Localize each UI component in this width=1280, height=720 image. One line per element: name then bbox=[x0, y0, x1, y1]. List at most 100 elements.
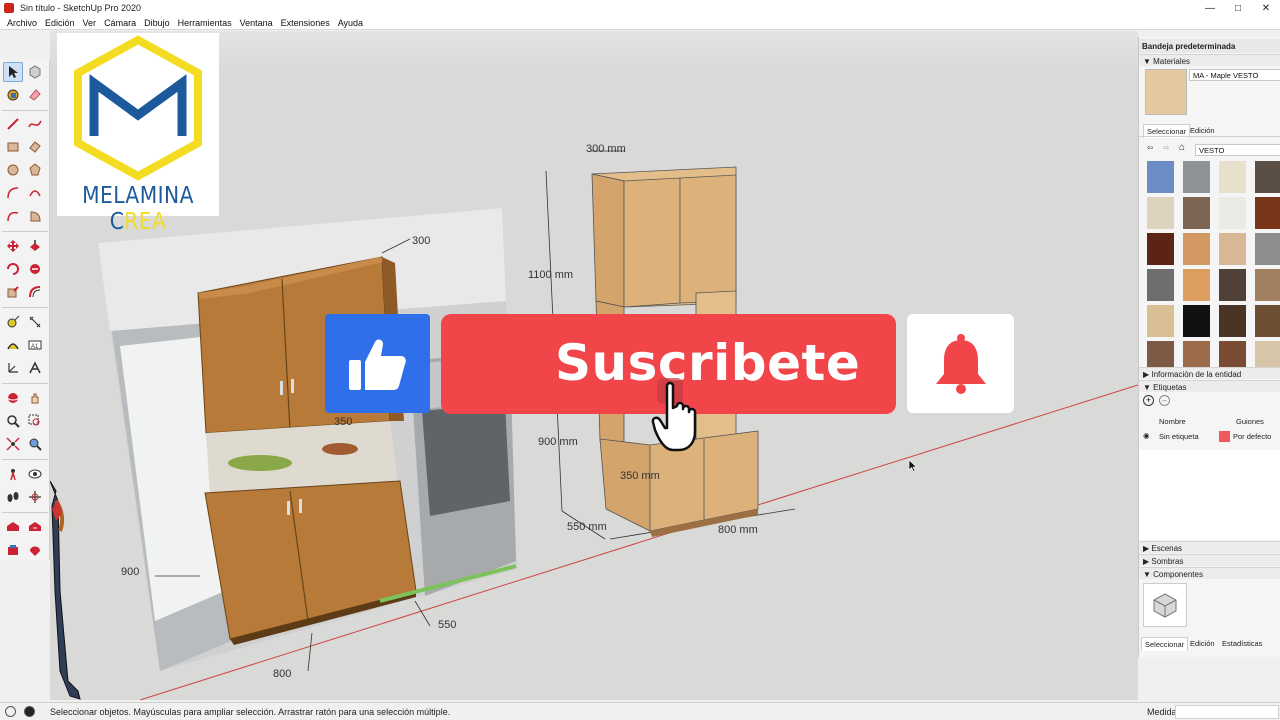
3d-warehouse-icon[interactable] bbox=[3, 517, 23, 537]
zoom-extents-icon[interactable] bbox=[3, 434, 23, 454]
menu-camara[interactable]: Cámara bbox=[100, 18, 140, 28]
instructor-icon[interactable] bbox=[24, 706, 35, 717]
like-button[interactable] bbox=[325, 314, 430, 413]
add-tag-icon[interactable]: + bbox=[1143, 395, 1154, 406]
rotate-tool-icon[interactable] bbox=[3, 259, 23, 279]
material-swatch[interactable] bbox=[1147, 197, 1174, 229]
maximize-icon[interactable]: □ bbox=[1224, 0, 1252, 16]
position-camera-icon[interactable] bbox=[3, 464, 23, 484]
scale-figure bbox=[50, 480, 81, 700]
pan-tool-icon[interactable] bbox=[25, 388, 45, 408]
follow-me-icon[interactable] bbox=[25, 259, 45, 279]
material-swatch[interactable] bbox=[1255, 233, 1280, 265]
extension-manager-icon[interactable] bbox=[25, 540, 45, 560]
measures-input[interactable] bbox=[1175, 705, 1279, 719]
menu-archivo[interactable]: Archivo bbox=[3, 18, 41, 28]
material-swatch[interactable] bbox=[1255, 197, 1280, 229]
extension-warehouse-icon[interactable] bbox=[3, 540, 23, 560]
collection-field[interactable]: VESTO bbox=[1195, 144, 1280, 156]
two-point-arc-icon[interactable] bbox=[25, 183, 45, 203]
circle-tool-icon[interactable] bbox=[3, 160, 23, 180]
components-tab-select[interactable]: Seleccionar bbox=[1141, 637, 1189, 651]
orbit-tool-icon[interactable] bbox=[3, 388, 23, 408]
pie-tool-icon[interactable] bbox=[25, 206, 45, 226]
zoom-tool-icon[interactable] bbox=[3, 411, 23, 431]
material-swatch[interactable] bbox=[1183, 233, 1210, 265]
materials-header[interactable]: ▼ Materiales bbox=[1139, 54, 1280, 66]
eraser-icon[interactable] bbox=[25, 85, 45, 105]
geolocation-icon[interactable] bbox=[5, 706, 16, 717]
material-swatch[interactable] bbox=[1219, 197, 1246, 229]
components-header[interactable]: ▼ Componentes bbox=[1139, 567, 1280, 579]
scenes-header[interactable]: ▶ Escenas bbox=[1139, 541, 1280, 553]
material-swatch[interactable] bbox=[1255, 161, 1280, 193]
material-swatch[interactable] bbox=[1147, 269, 1174, 301]
material-swatch[interactable] bbox=[1183, 197, 1210, 229]
tag-row-name[interactable]: Sin etiqueta bbox=[1159, 432, 1199, 441]
material-swatch[interactable] bbox=[1219, 233, 1246, 265]
menu-herramientas[interactable]: Herramientas bbox=[174, 18, 236, 28]
material-swatch[interactable] bbox=[1219, 269, 1246, 301]
shadows-header[interactable]: ▶ Sombras bbox=[1139, 554, 1280, 566]
material-name-field[interactable]: MA - Maple VESTO bbox=[1189, 69, 1280, 81]
material-swatch[interactable] bbox=[1255, 269, 1280, 301]
material-swatch[interactable] bbox=[1147, 233, 1174, 265]
line-tool-icon[interactable] bbox=[3, 114, 23, 134]
photo-dimension-mid: 350 bbox=[334, 416, 353, 428]
paint-bucket-icon[interactable] bbox=[3, 85, 23, 105]
zoom-window-icon[interactable] bbox=[25, 411, 45, 431]
material-swatch[interactable] bbox=[1255, 305, 1280, 337]
freehand-tool-icon[interactable] bbox=[25, 114, 45, 134]
menu-dibujo[interactable]: Dibujo bbox=[140, 18, 174, 28]
remove-tag-icon[interactable]: – bbox=[1159, 395, 1170, 406]
material-swatch[interactable] bbox=[1147, 305, 1174, 337]
walk-tool-icon[interactable] bbox=[3, 487, 23, 507]
minimize-icon[interactable]: — bbox=[1196, 0, 1224, 16]
menu-edicion[interactable]: Edición bbox=[41, 18, 79, 28]
polygon-tool-icon[interactable] bbox=[25, 160, 45, 180]
3d-text-icon[interactable] bbox=[25, 358, 45, 378]
menu-ver[interactable]: Ver bbox=[79, 18, 101, 28]
tag-color-swatch[interactable] bbox=[1219, 431, 1230, 442]
entity-info-header[interactable]: ▶ Información de la entidad bbox=[1139, 367, 1280, 379]
visibility-eye-icon[interactable]: ◉ bbox=[1143, 431, 1150, 440]
make-component-icon[interactable] bbox=[25, 62, 45, 82]
move-tool-icon[interactable] bbox=[3, 236, 23, 256]
menu-extensiones[interactable]: Extensiones bbox=[277, 18, 334, 28]
material-swatch[interactable] bbox=[1183, 305, 1210, 337]
close-icon[interactable]: ✕ bbox=[1252, 0, 1280, 16]
components-tab-statistics[interactable]: Estadísticas bbox=[1219, 637, 1265, 650]
home-icon[interactable]: ⌂ bbox=[1179, 142, 1185, 153]
material-swatch[interactable] bbox=[1183, 161, 1210, 193]
share-model-icon[interactable] bbox=[25, 517, 45, 537]
protractor-icon[interactable] bbox=[3, 335, 23, 355]
subscribe-button[interactable]: Suscribete bbox=[441, 314, 896, 452]
components-tab-edit[interactable]: Edición bbox=[1187, 637, 1218, 650]
tags-header[interactable]: ▼ Etiquetas bbox=[1139, 380, 1280, 392]
tag-row-dashes[interactable]: Por defecto bbox=[1233, 432, 1271, 441]
rotated-rectangle-icon[interactable] bbox=[25, 137, 45, 157]
scale-tool-icon[interactable] bbox=[3, 282, 23, 302]
previous-view-icon[interactable] bbox=[25, 434, 45, 454]
look-around-icon[interactable] bbox=[25, 464, 45, 484]
rectangle-tool-icon[interactable] bbox=[3, 137, 23, 157]
menu-ayuda[interactable]: Ayuda bbox=[334, 18, 367, 28]
material-swatch[interactable] bbox=[1147, 161, 1174, 193]
dimension-tool-icon[interactable] bbox=[25, 312, 45, 332]
three-point-arc-icon[interactable] bbox=[3, 206, 23, 226]
back-arrow-icon[interactable]: ⇦ bbox=[1147, 143, 1153, 152]
select-tool-icon[interactable] bbox=[3, 62, 23, 82]
forward-arrow-icon[interactable]: ⇨ bbox=[1163, 143, 1169, 152]
axes-tool-icon[interactable] bbox=[3, 358, 23, 378]
notification-bell-button[interactable] bbox=[907, 314, 1014, 413]
arc-tool-icon[interactable] bbox=[3, 183, 23, 203]
push-pull-icon[interactable] bbox=[25, 236, 45, 256]
menu-ventana[interactable]: Ventana bbox=[236, 18, 277, 28]
offset-tool-icon[interactable] bbox=[25, 282, 45, 302]
material-swatch[interactable] bbox=[1219, 305, 1246, 337]
material-swatch[interactable] bbox=[1183, 269, 1210, 301]
section-plane-icon[interactable] bbox=[25, 487, 45, 507]
tape-measure-icon[interactable] bbox=[3, 312, 23, 332]
material-swatch[interactable] bbox=[1219, 161, 1246, 193]
text-tool-icon[interactable]: A1 bbox=[25, 335, 45, 355]
